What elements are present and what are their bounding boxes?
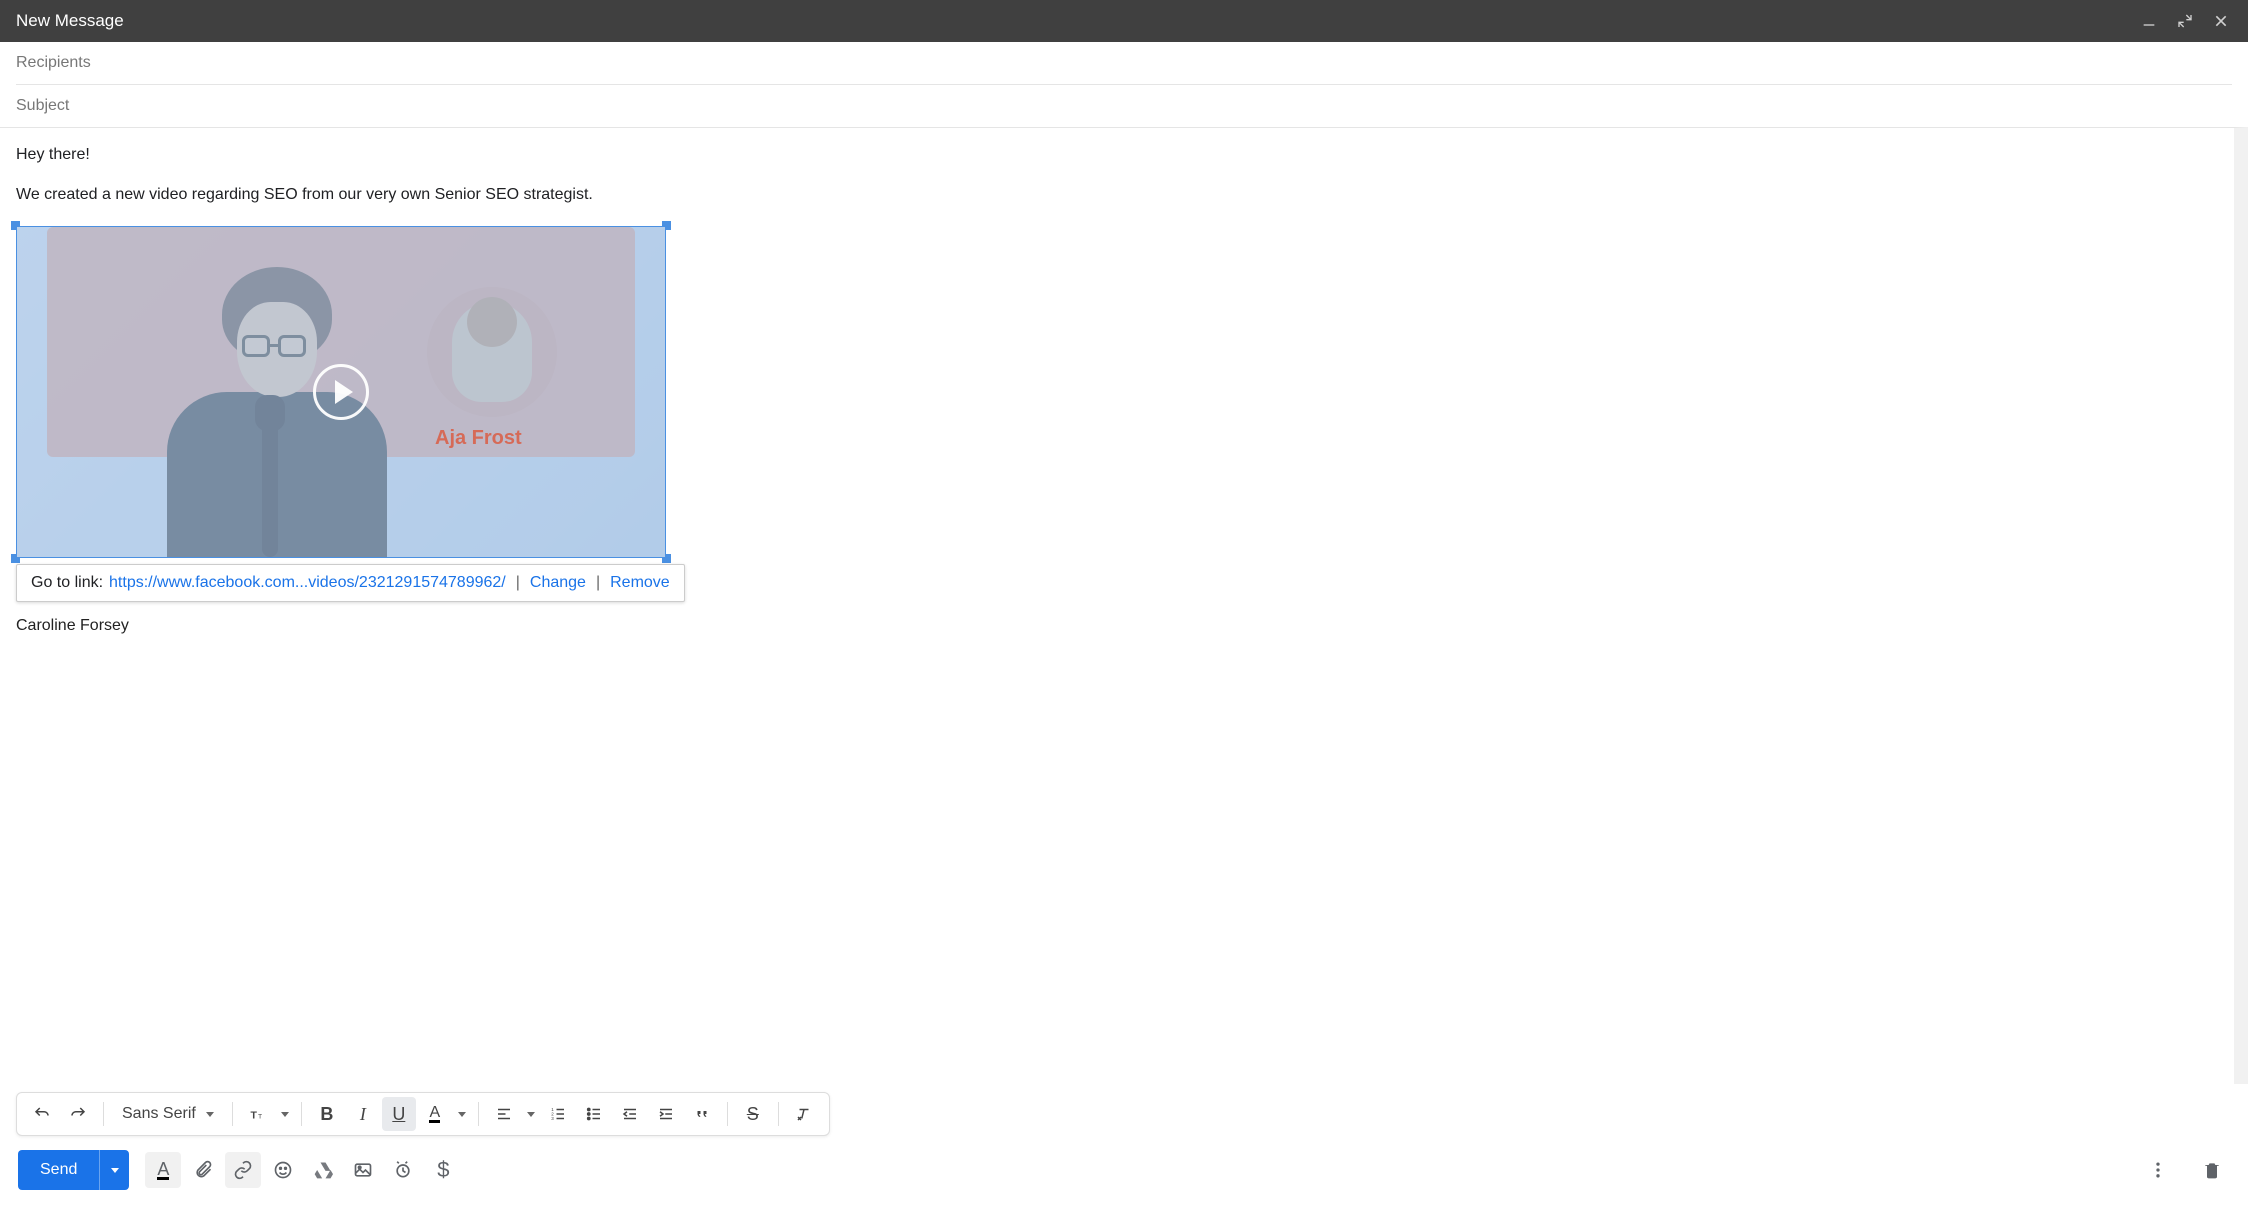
signature-line: Caroline Forsey <box>16 617 2218 635</box>
formatting-toggle-icon[interactable]: A <box>145 1152 181 1188</box>
attach-icon[interactable] <box>185 1152 221 1188</box>
text-color-more[interactable] <box>454 1097 470 1131</box>
send-button[interactable]: Send <box>18 1150 99 1190</box>
font-size-more[interactable] <box>277 1097 293 1131</box>
indent-more-icon[interactable] <box>649 1097 683 1131</box>
link-popup-prefix: Go to link: <box>31 574 103 592</box>
thumbnail-avatar <box>427 287 557 417</box>
font-family-select[interactable]: Sans Serif <box>112 1097 224 1131</box>
send-options-button[interactable] <box>99 1150 129 1190</box>
toolbar-separator <box>301 1102 302 1126</box>
bottom-bar: Send A $ <box>0 1136 2248 1208</box>
thumbnail-background <box>47 227 635 457</box>
selected-image-wrapper[interactable]: Aja Frost Go to link: https://www.facebo… <box>16 226 666 558</box>
svg-text:T: T <box>258 1114 262 1121</box>
more-options-icon[interactable] <box>2140 1152 2176 1188</box>
separator: | <box>516 574 520 592</box>
toolbar-separator <box>103 1102 104 1126</box>
link-remove-button[interactable]: Remove <box>610 574 670 592</box>
emoji-icon[interactable] <box>265 1152 301 1188</box>
indent-less-icon[interactable] <box>613 1097 647 1131</box>
align-icon[interactable] <box>487 1097 521 1131</box>
numbered-list-icon[interactable]: 123 <box>541 1097 575 1131</box>
font-size-icon[interactable]: TT <box>241 1097 275 1131</box>
insert-link-icon[interactable] <box>225 1152 261 1188</box>
font-family-label: Sans Serif <box>122 1105 196 1123</box>
toolbar-separator <box>778 1102 779 1126</box>
message-body[interactable]: Hey there! We created a new video regard… <box>0 127 2248 1084</box>
link-popup: Go to link: https://www.facebook.com...v… <box>16 564 685 602</box>
undo-icon[interactable] <box>25 1097 59 1131</box>
drive-icon[interactable] <box>305 1152 341 1188</box>
compose-header: New Message <box>0 0 2248 42</box>
separator: | <box>596 574 600 592</box>
underline-icon[interactable]: U <box>382 1097 416 1131</box>
quote-icon[interactable] <box>685 1097 719 1131</box>
bottom-icons: A $ <box>145 1152 461 1188</box>
insert-photo-icon[interactable] <box>345 1152 381 1188</box>
window-title: New Message <box>16 11 2124 31</box>
svg-text:3: 3 <box>551 1116 554 1121</box>
minimize-icon[interactable] <box>2138 10 2160 32</box>
subject-field[interactable]: Subject <box>16 85 2232 128</box>
confidential-mode-icon[interactable] <box>385 1152 421 1188</box>
discard-draft-icon[interactable] <box>2194 1152 2230 1188</box>
formatting-toolbar: Sans Serif TT B I U A 123 S <box>16 1092 830 1136</box>
compose-window: New Message Recipients Subject Hey there… <box>0 0 2248 1208</box>
chevron-down-icon <box>206 1112 214 1117</box>
align-more[interactable] <box>523 1097 539 1131</box>
remove-formatting-icon[interactable] <box>787 1097 821 1131</box>
video-thumbnail[interactable]: Aja Frost <box>16 226 666 558</box>
toolbar-separator <box>478 1102 479 1126</box>
toolbar-separator <box>727 1102 728 1126</box>
svg-text:T: T <box>250 1110 257 1122</box>
strikethrough-icon[interactable]: S <box>736 1097 770 1131</box>
close-icon[interactable] <box>2210 10 2232 32</box>
right-actions <box>2140 1152 2230 1188</box>
money-icon[interactable]: $ <box>425 1152 461 1188</box>
bulleted-list-icon[interactable] <box>577 1097 611 1131</box>
body-greeting: Hey there! <box>16 146 2218 164</box>
thumbnail-name-label: Aja Frost <box>435 427 522 450</box>
link-change-button[interactable]: Change <box>530 574 586 592</box>
italic-icon[interactable]: I <box>346 1097 380 1131</box>
play-icon[interactable] <box>313 364 369 420</box>
recipients-field[interactable]: Recipients <box>16 42 2232 85</box>
bold-icon[interactable]: B <box>310 1097 344 1131</box>
redo-icon[interactable] <box>61 1097 95 1131</box>
text-color-icon[interactable]: A <box>418 1097 452 1131</box>
thumbnail-person <box>147 267 407 557</box>
body-line1: We created a new video regarding SEO fro… <box>16 186 2218 204</box>
link-popup-url[interactable]: https://www.facebook.com...videos/232129… <box>109 574 506 592</box>
toolbar-separator <box>232 1102 233 1126</box>
popout-icon[interactable] <box>2174 10 2196 32</box>
